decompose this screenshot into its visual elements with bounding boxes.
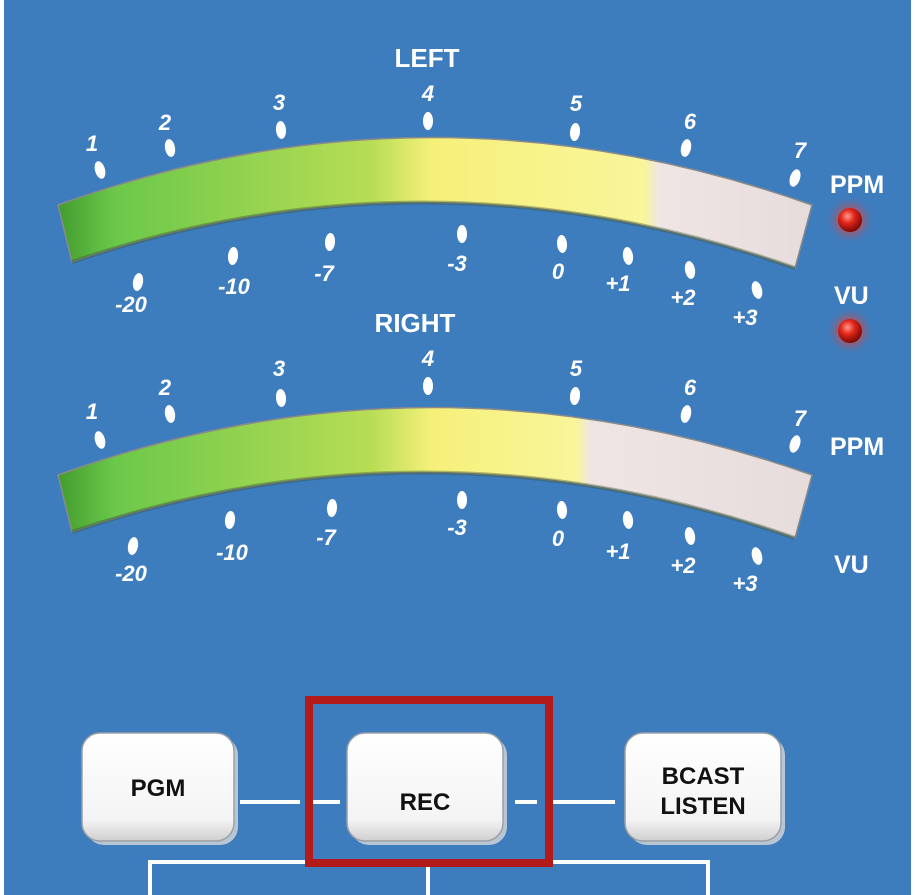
tick-mark xyxy=(423,377,433,395)
right-vu-mode-label: VU xyxy=(834,551,869,579)
rec-button-label: REC xyxy=(400,789,451,816)
vu-label: -3 xyxy=(447,515,467,540)
panel-edge-left xyxy=(0,0,4,895)
left-ppm-led-icon xyxy=(834,204,866,236)
ppm-label: 1 xyxy=(86,399,98,424)
audio-meter-panel: LEFT 1 2 3 4 5 6 7 -20 -10 -7 -3 0 +1 +2… xyxy=(0,0,915,895)
vu-label: -10 xyxy=(218,274,251,299)
vu-label: -10 xyxy=(216,540,249,565)
vu-label: 0 xyxy=(552,259,565,284)
left-vu-led-icon xyxy=(834,315,866,347)
vu-label: -7 xyxy=(314,261,335,286)
bcast-listen-label-line1: BCAST xyxy=(662,763,745,790)
vu-label: +1 xyxy=(605,539,630,564)
vu-label: 0 xyxy=(552,526,565,551)
left-vu-mode-label: VU xyxy=(834,282,869,310)
panel-edge-right xyxy=(911,0,915,895)
ppm-label: 7 xyxy=(794,138,808,163)
left-ppm-mode-label: PPM xyxy=(830,171,884,199)
vu-label: +1 xyxy=(605,271,630,296)
ppm-label: 6 xyxy=(684,109,697,134)
vu-label: +2 xyxy=(670,285,696,310)
pgm-button[interactable]: PGM xyxy=(81,732,238,845)
right-channel-label: RIGHT xyxy=(375,308,456,338)
vu-label: -7 xyxy=(316,525,337,550)
vu-label: -20 xyxy=(115,292,148,317)
pgm-button-label: PGM xyxy=(131,775,186,802)
ppm-label: 4 xyxy=(421,81,434,106)
vu-label: -3 xyxy=(447,251,467,276)
vu-label: -20 xyxy=(115,561,148,586)
vu-label: +3 xyxy=(732,305,757,330)
ppm-label: 5 xyxy=(570,356,583,381)
ppm-label: 3 xyxy=(273,90,285,115)
ppm-label: 4 xyxy=(421,346,434,371)
ppm-label: 5 xyxy=(570,91,583,116)
ppm-label: 3 xyxy=(273,356,285,381)
ppm-label: 2 xyxy=(158,375,172,400)
tick-mark xyxy=(423,112,433,130)
ppm-label: 2 xyxy=(158,110,172,135)
vu-label: +2 xyxy=(670,553,696,578)
rec-button[interactable]: REC xyxy=(346,732,507,845)
right-ppm-mode-label: PPM xyxy=(830,433,884,461)
vu-label: +3 xyxy=(732,571,757,596)
ppm-label: 1 xyxy=(86,131,98,156)
tick-mark xyxy=(457,491,467,509)
left-channel-label: LEFT xyxy=(395,43,460,73)
ppm-label: 6 xyxy=(684,375,697,400)
ppm-label: 7 xyxy=(794,406,808,431)
bcast-listen-label-line2: LISTEN xyxy=(660,793,745,820)
tick-mark xyxy=(457,225,467,243)
bcast-listen-button[interactable]: BCAST LISTEN xyxy=(624,732,785,845)
